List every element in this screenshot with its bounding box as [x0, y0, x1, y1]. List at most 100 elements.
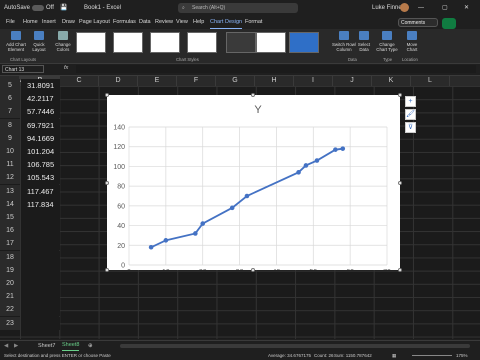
- horizontal-scrollbar[interactable]: [120, 344, 470, 348]
- row-header[interactable]: 23: [0, 316, 20, 330]
- row-header[interactable]: 5: [0, 79, 20, 92]
- tab-format[interactable]: Format: [245, 16, 262, 29]
- column-header-i[interactable]: I: [294, 76, 333, 86]
- resize-handle-ml[interactable]: [105, 181, 109, 185]
- cell-b[interactable]: 101.204: [21, 145, 60, 158]
- tab-home[interactable]: Home: [23, 16, 38, 29]
- row-header[interactable]: 15: [0, 211, 20, 224]
- chart-filters-icon[interactable]: ⊽: [405, 122, 416, 133]
- cell-b[interactable]: 57.7446: [21, 105, 60, 119]
- tab-insert[interactable]: Insert: [42, 16, 56, 29]
- cell-b[interactable]: [21, 224, 60, 238]
- row-header[interactable]: 16: [0, 224, 20, 238]
- chart-style-4[interactable]: [187, 32, 217, 53]
- chart-styles-icon[interactable]: 🖌: [405, 109, 416, 120]
- column-header-g[interactable]: G: [216, 76, 255, 86]
- column-header-j[interactable]: J: [333, 76, 372, 86]
- chart-area[interactable]: Y 0 20 40 60 80 100 120 140 0 10 20 30 40 50 60 70: [107, 95, 400, 276]
- add-sheet-icon[interactable]: ⊕: [88, 341, 93, 351]
- row-header[interactable]: 21: [0, 290, 20, 304]
- search-box[interactable]: ⌕ Search (Alt+Q): [178, 3, 298, 13]
- cell-b[interactable]: [21, 211, 60, 224]
- column-header-h[interactable]: H: [255, 76, 294, 86]
- row-header[interactable]: 7: [0, 105, 20, 119]
- close-icon[interactable]: ✕: [464, 0, 469, 16]
- autosave-toggle[interactable]: [32, 5, 44, 11]
- save-icon[interactable]: 💾: [60, 0, 67, 16]
- tab-formulas[interactable]: Formulas: [113, 16, 136, 29]
- column-header-k[interactable]: K: [372, 76, 411, 86]
- avatar[interactable]: [400, 3, 409, 12]
- row-header[interactable]: 18: [0, 250, 20, 264]
- tab-data[interactable]: Data: [139, 16, 151, 29]
- minimize-icon[interactable]: —: [418, 0, 424, 16]
- row-header[interactable]: 10: [0, 145, 20, 158]
- cell-b[interactable]: 106.785: [21, 158, 60, 172]
- resize-handle-tl[interactable]: [105, 93, 109, 97]
- resize-handle-tm[interactable]: [251, 93, 255, 97]
- comments-button[interactable]: Comments: [398, 18, 438, 27]
- switch-row-column-button[interactable]: Switch Row/ Column: [332, 30, 356, 56]
- share-button[interactable]: [442, 18, 456, 29]
- cell-b[interactable]: [21, 303, 60, 317]
- tab-page-layout[interactable]: Page Layout: [79, 16, 110, 29]
- tab-view[interactable]: View: [176, 16, 188, 29]
- row-header[interactable]: 20: [0, 277, 20, 290]
- cell-b[interactable]: 31.8091: [21, 79, 60, 92]
- cell-b[interactable]: 42.2117: [21, 92, 60, 106]
- chart-style-1[interactable]: [76, 32, 106, 53]
- resize-handle-bm[interactable]: [251, 268, 255, 272]
- column-header-l[interactable]: L: [411, 76, 450, 86]
- resize-handle-br[interactable]: [398, 268, 402, 272]
- quick-layout-button[interactable]: Quick Layout: [29, 30, 49, 56]
- cell-b[interactable]: 117.467: [21, 184, 60, 198]
- chart-style-5[interactable]: [226, 32, 256, 53]
- chart-style-2[interactable]: [113, 32, 143, 53]
- chart-style-3[interactable]: [150, 32, 180, 53]
- cell-b[interactable]: [21, 290, 60, 304]
- column-header-c[interactable]: C: [60, 76, 99, 86]
- formula-input[interactable]: [76, 65, 476, 73]
- tab-review[interactable]: Review: [155, 16, 173, 29]
- add-chart-element-button[interactable]: Add Chart Element: [3, 30, 29, 56]
- row-header[interactable]: 19: [0, 263, 20, 277]
- chart-elements-icon[interactable]: +: [405, 96, 416, 107]
- row-header[interactable]: 14: [0, 197, 20, 211]
- zoom-slider[interactable]: [412, 355, 452, 356]
- change-colors-button[interactable]: Change Colors: [52, 30, 74, 56]
- resize-handle-tr[interactable]: [398, 93, 402, 97]
- cell-b[interactable]: [21, 263, 60, 277]
- cell-b[interactable]: 117.834: [21, 197, 60, 211]
- cell-b[interactable]: [21, 237, 60, 251]
- cell-b[interactable]: 69.7921: [21, 118, 60, 132]
- fx-icon[interactable]: fx: [64, 65, 68, 71]
- maximize-icon[interactable]: ▢: [442, 0, 448, 16]
- row-header[interactable]: 12: [0, 171, 20, 185]
- zoom-level[interactable]: 175%: [456, 351, 468, 360]
- chart-style-7[interactable]: [289, 32, 319, 53]
- tab-help[interactable]: Help: [193, 16, 204, 29]
- select-data-button[interactable]: Select Data: [357, 30, 371, 56]
- row-header[interactable]: 13: [0, 184, 20, 198]
- resize-handle-bl[interactable]: [105, 268, 109, 272]
- column-header-e[interactable]: E: [138, 76, 177, 86]
- sheet-nav-right-icon[interactable]: ▶: [14, 341, 18, 351]
- name-box[interactable]: Chart 13: [2, 65, 44, 73]
- row-header[interactable]: 8: [0, 118, 20, 132]
- tab-chart-design[interactable]: Chart Design: [210, 16, 243, 29]
- chart-style-6[interactable]: [256, 32, 286, 53]
- row-header[interactable]: 22: [0, 303, 20, 317]
- normal-view-icon[interactable]: ▦: [392, 351, 396, 360]
- tab-file[interactable]: File: [6, 16, 15, 29]
- sheet-tab-sheet7[interactable]: Sheet7: [38, 341, 55, 351]
- cell-b[interactable]: 105.543: [21, 171, 60, 185]
- sheet-tab-sheet8[interactable]: Sheet8: [62, 341, 80, 351]
- cell-b[interactable]: 94.1669: [21, 131, 60, 145]
- row-header[interactable]: 11: [0, 158, 20, 172]
- row-header[interactable]: 6: [0, 92, 20, 106]
- column-header-d[interactable]: D: [99, 76, 138, 86]
- move-chart-button[interactable]: Move Chart: [402, 30, 422, 56]
- cell-b[interactable]: [21, 316, 60, 330]
- tab-draw[interactable]: Draw: [62, 16, 75, 29]
- resize-handle-mr[interactable]: [398, 181, 402, 185]
